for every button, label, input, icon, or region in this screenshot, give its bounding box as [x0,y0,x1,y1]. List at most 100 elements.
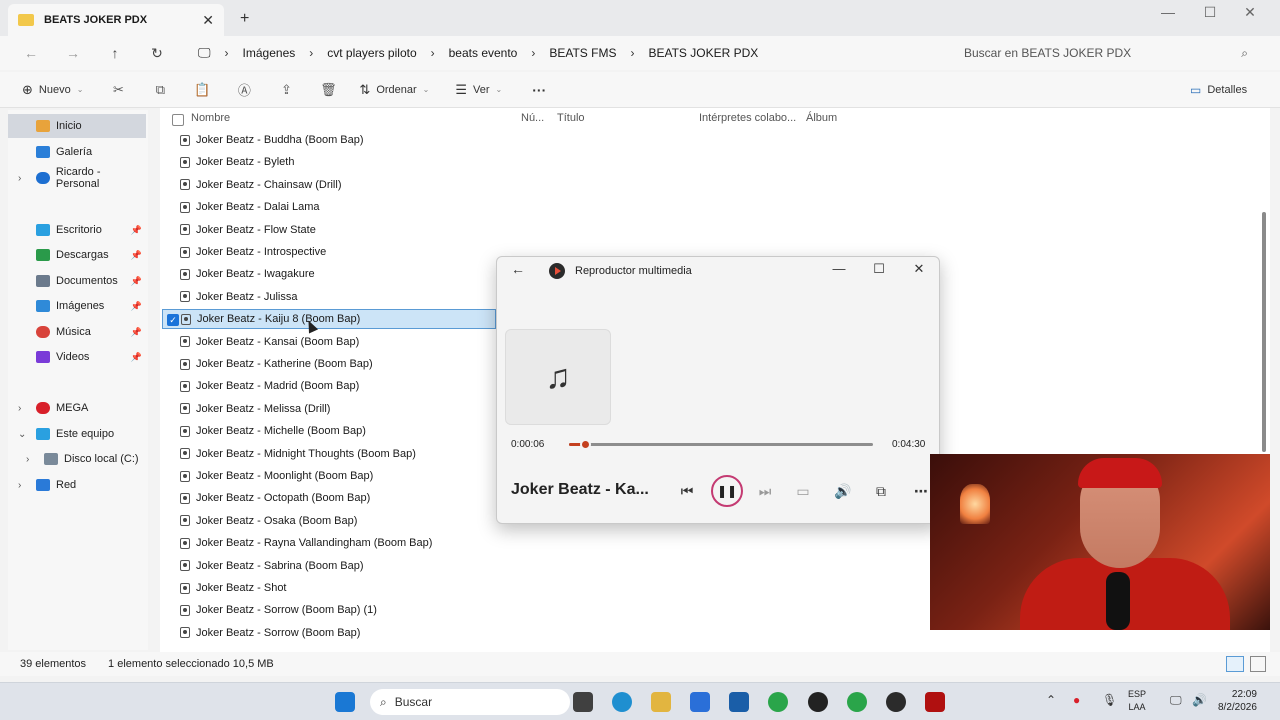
maximize-button[interactable]: ☐ [1190,4,1230,21]
sidebar-item-red[interactable]: › Red [8,473,146,497]
forward-button[interactable]: → [52,45,94,61]
column-header-title[interactable]: Título [557,112,585,132]
cut-icon[interactable]: ✂ [97,82,139,98]
volume-icon[interactable]: 🔊 [829,479,857,503]
chevron-right-icon[interactable]: › [18,403,21,414]
file-row[interactable]: Joker Beatz - Moonlight (Boom Bap) [162,466,496,486]
close-tab-icon[interactable]: ✕ [202,12,214,29]
file-row[interactable]: Joker Beatz - Julissa [162,287,496,307]
close-button[interactable]: ✕ [1230,4,1270,21]
microphone-icon[interactable]: 🎙 [1102,693,1117,707]
search-input[interactable]: Buscar en BEATS JOKER PDX ⌕ [950,40,1260,66]
next-track-icon[interactable]: ⏭ [751,479,779,503]
back-arrow-icon[interactable]: ← [511,261,525,277]
sidebar-item-musica[interactable]: Música 📌 [8,320,146,344]
store-icon[interactable] [690,692,710,712]
seek-bar[interactable] [569,439,873,450]
pause-button[interactable]: ❚❚ [711,475,743,507]
chevron-right-icon[interactable]: › [26,454,29,465]
file-row[interactable]: Joker Beatz - Flow State [162,220,496,240]
details-view-icon[interactable] [1226,656,1244,672]
sidebar-item-mega[interactable]: › MEGA [8,396,146,420]
up-button[interactable]: ↑ [94,45,136,61]
sidebar-item-escritorio[interactable]: Escritorio 📌 [8,218,146,242]
app-icon[interactable] [808,692,828,712]
tiles-view-icon[interactable] [1250,656,1266,672]
back-button[interactable]: ← [10,45,52,61]
row-checkbox[interactable]: ✓ [167,314,179,327]
outlook-icon[interactable] [729,692,749,712]
close-button[interactable]: ✕ [899,261,939,277]
column-header-name[interactable]: Nombre [191,112,230,132]
select-all-checkbox[interactable] [172,114,184,126]
sidebar-item-inicio[interactable]: Inicio [8,114,146,138]
share-icon[interactable]: ⇪ [265,82,307,98]
details-button[interactable]: ▭ Detalles [1190,83,1247,97]
task-view-icon[interactable] [573,692,593,712]
file-row[interactable]: Joker Beatz - Shot [162,578,496,598]
file-row[interactable]: Joker Beatz - Octopath (Boom Bap) [162,488,496,508]
refresh-button[interactable]: ↻ [136,45,178,62]
edge-icon[interactable] [612,692,632,712]
sidebar-item-videos[interactable]: Videos 📌 [8,345,146,369]
minimize-button[interactable]: — [819,261,859,276]
sidebar-item-onedrive[interactable]: › Ricardo - Personal [8,166,146,190]
file-row[interactable]: Joker Beatz - Rayna Vallandingham (Boom … [162,533,496,553]
column-header-album[interactable]: Álbum [806,112,837,132]
show-hidden-icons-icon[interactable]: ⌃ [1046,693,1056,707]
sidebar-item-documentos[interactable]: Documentos 📌 [8,269,146,293]
breadcrumb-item[interactable]: BEATS FMS [549,46,616,60]
chevron-down-icon[interactable]: ⌄ [18,429,26,440]
seek-handle[interactable] [579,439,591,450]
file-row[interactable]: Joker Beatz - Buddha (Boom Bap) [162,130,496,150]
subtitles-icon[interactable]: ▭ [789,479,817,503]
breadcrumb-item[interactable]: cvt players piloto [327,46,416,60]
previous-track-icon[interactable]: ⏮ [673,479,701,503]
media-player-icon[interactable] [886,692,906,712]
chevron-right-icon[interactable]: › [18,480,21,491]
computer-icon[interactable]: 🖵 [198,45,211,61]
volume-icon[interactable]: 🔊 [1192,693,1207,707]
copy-icon[interactable]: ⧉ [139,82,181,98]
explorer-tab[interactable]: BEATS JOKER PDX ✕ [8,4,224,36]
taskbar-search[interactable]: ⌕ Buscar [370,689,570,715]
breadcrumb-item[interactable]: Imágenes [243,46,296,60]
sort-button[interactable]: ⇅ Ordenar ⌄ [359,82,429,98]
more-options-button[interactable]: ··· [532,82,546,98]
vertical-scrollbar[interactable] [1262,212,1266,452]
paste-icon[interactable]: 📋 [181,82,223,98]
column-header-artists[interactable]: Intérpretes colabo... [699,112,796,132]
mini-player-icon[interactable]: ⧉ [867,479,895,503]
chevron-right-icon[interactable]: › [18,173,21,184]
mega-tray-icon[interactable]: ● [1073,693,1080,707]
breadcrumb-item[interactable]: BEATS JOKER PDX [648,46,758,60]
breadcrumb-item[interactable]: beats evento [449,46,518,60]
file-row[interactable]: Joker Beatz - Melissa (Drill) [162,399,496,419]
file-row[interactable]: Joker Beatz - Madrid (Boom Bap) [162,376,496,396]
file-row[interactable]: Joker Beatz - Sabrina (Boom Bap) [162,556,496,576]
sidebar-item-disco-local[interactable]: › Disco local (C:) [8,447,146,471]
chrome-profile-icon[interactable] [847,692,867,712]
file-row[interactable]: Joker Beatz - Michelle (Boom Bap) [162,421,496,441]
file-row[interactable]: Joker Beatz - Kansai (Boom Bap) [162,332,496,352]
chrome-icon[interactable] [768,692,788,712]
file-row[interactable]: Joker Beatz - Osaka (Boom Bap) [162,511,496,531]
breadcrumb[interactable]: 🖵 › Imágenes › cvt players piloto › beat… [190,40,942,66]
file-row[interactable]: Joker Beatz - Katherine (Boom Bap) [162,354,496,374]
column-header-number[interactable]: Nú... [521,112,544,132]
sidebar-item-imagenes[interactable]: Imágenes 📌 [8,294,146,318]
file-row[interactable]: Joker Beatz - Dalai Lama [162,197,496,217]
sidebar-item-este-equipo[interactable]: ⌄ Este equipo [8,422,146,446]
clock[interactable]: 22:09 8/2/2026 [1218,688,1257,714]
file-row[interactable]: Joker Beatz - Sorrow (Boom Bap) [162,623,496,643]
sidebar-item-descargas[interactable]: Descargas 📌 [8,243,146,267]
file-row[interactable]: ✓ Joker Beatz - Kaiju 8 (Boom Bap) [162,309,496,330]
language-indicator[interactable]: ESP LAA [1128,688,1146,714]
maximize-button[interactable]: ☐ [859,261,899,277]
app-red-icon[interactable] [925,692,945,712]
file-row[interactable]: Joker Beatz - Iwagakure [162,264,496,284]
network-icon[interactable]: 🖵 [1170,693,1182,708]
file-row[interactable]: Joker Beatz - Chainsaw (Drill) [162,175,496,195]
rename-icon[interactable]: Ⓐ [223,80,265,99]
delete-icon[interactable]: 🗑 [307,82,349,98]
